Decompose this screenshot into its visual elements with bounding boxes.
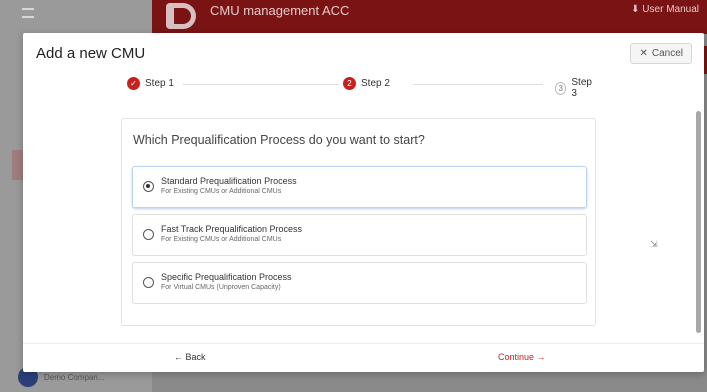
option-specific[interactable]: Specific Prequalification Process For Vi…	[132, 262, 587, 304]
back-button[interactable]: ← Back	[174, 352, 206, 362]
option-subtitle: For Existing CMUs or Additional CMUs	[161, 188, 282, 195]
step-3-marker: 3	[555, 81, 567, 95]
option-fast-track[interactable]: Fast Track Prequalification Process For …	[132, 214, 587, 256]
question-heading: Which Prequalification Process do you wa…	[133, 133, 425, 147]
close-icon: ✕	[639, 48, 648, 59]
dialog-title: Add a new CMU	[36, 45, 146, 62]
step-3: 3 Step 3	[551, 77, 600, 99]
option-subtitle: For Virtual CMUs (Unproven Capacity)	[161, 284, 281, 291]
cancel-button[interactable]: ✕ Cancel	[630, 43, 692, 64]
step-1: ✓ Step 1	[123, 77, 178, 90]
check-icon: ✓	[127, 77, 140, 90]
radio-button[interactable]	[143, 229, 154, 240]
arrow-left-icon: ←	[174, 352, 183, 362]
dialog-footer: ← Back Continue →	[23, 343, 704, 372]
stepper: ✓ Step 1 2 Step 2 3 Step 3	[123, 77, 600, 99]
vertical-scrollbar[interactable]	[696, 111, 701, 333]
logo-icon	[166, 3, 196, 29]
radio-button[interactable]	[143, 181, 154, 192]
option-standard[interactable]: Standard Prequalification Process For Ex…	[132, 166, 587, 208]
stepper-connector	[413, 84, 543, 85]
continue-button[interactable]: Continue →	[498, 352, 546, 362]
stepper-connector	[183, 84, 343, 85]
dialog-content: Which Prequalification Process do you wa…	[23, 101, 704, 343]
step-2-marker: 2	[343, 77, 356, 90]
user-manual-link: ⬇ User Manual	[631, 4, 699, 15]
add-cmu-dialog: Add a new CMU ✕ Cancel ✓ Step 1 2 Step 2…	[23, 33, 704, 372]
scrollbar-thumb[interactable]	[696, 111, 701, 333]
option-title: Specific Prequalification Process	[161, 272, 292, 282]
mouse-cursor-icon: ⇲	[650, 239, 658, 249]
step-2: 2 Step 2	[339, 77, 394, 90]
app-title: CMU management ACC	[210, 3, 350, 18]
menu-icon	[22, 8, 34, 18]
option-title: Standard Prequalification Process	[161, 176, 297, 186]
user-name: Demo Compan...	[44, 372, 105, 382]
option-title: Fast Track Prequalification Process	[161, 224, 303, 234]
download-icon: ⬇	[631, 4, 640, 15]
radio-button[interactable]	[143, 277, 154, 288]
process-selection-card: Which Prequalification Process do you wa…	[121, 118, 596, 326]
option-subtitle: For Existing CMUs or Additional CMUs	[161, 236, 282, 243]
arrow-right-icon: →	[536, 352, 546, 362]
